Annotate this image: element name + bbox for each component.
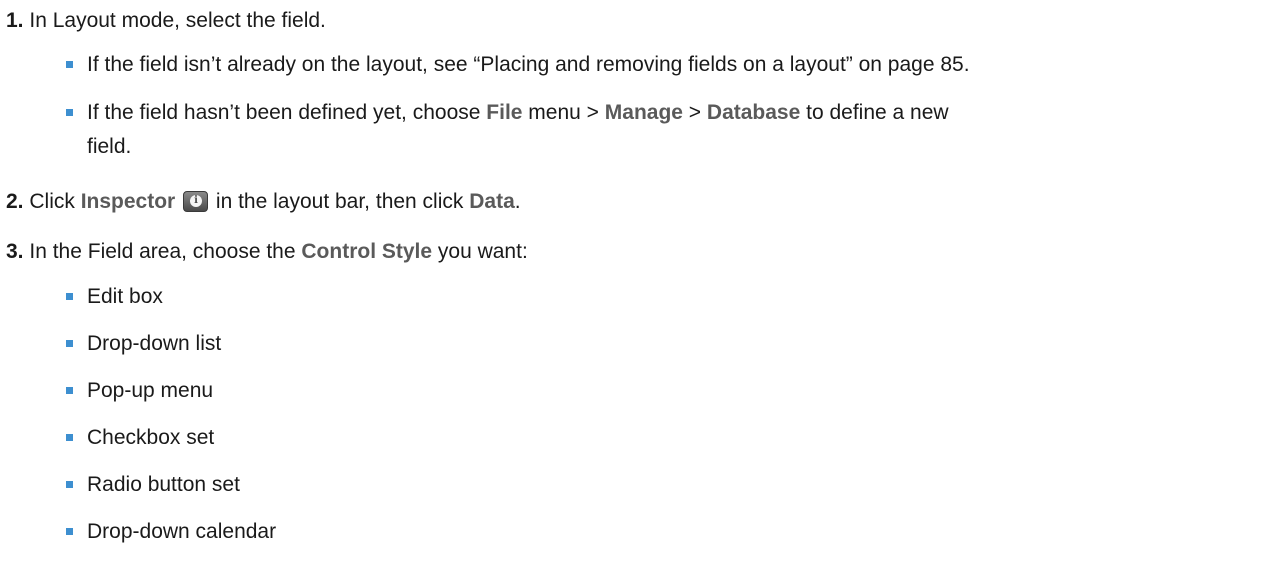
step-number: 1.: [6, 9, 24, 32]
text-fragment: field.: [87, 135, 132, 158]
step-number: 2.: [6, 190, 24, 213]
bullet-marker: [66, 481, 73, 488]
step-text: In Layout mode, select the field.: [29, 9, 326, 32]
text-fragment: in the layout bar, then click: [210, 190, 470, 213]
bullet-marker: [66, 340, 73, 347]
step-3: 3. In the Field area, choose the Control…: [6, 238, 528, 266]
text-fragment: menu >: [522, 101, 605, 124]
bullet-text: If the field isn’t already on the layout…: [87, 53, 970, 76]
bullet-text: If the field hasn’t been defined yet, ch…: [87, 96, 1262, 164]
step-number: 3.: [6, 240, 24, 263]
step-1: 1. In Layout mode, select the field.: [6, 7, 326, 35]
text-fragment: In the Field area, choose the: [29, 240, 302, 263]
option-text: Drop-down list: [87, 332, 222, 355]
option-text: Radio button set: [87, 473, 240, 496]
option-text: Drop-down calendar: [87, 520, 277, 543]
bullet-marker: [66, 528, 73, 535]
data-tab-label: Data: [469, 190, 515, 213]
manage-menu-label: Manage: [604, 101, 683, 124]
text-fragment: Click: [29, 190, 81, 213]
text-fragment: you want:: [432, 240, 528, 263]
database-menu-label: Database: [706, 101, 801, 124]
text-fragment: to define a new: [800, 101, 949, 124]
text-fragment: If the field hasn’t been defined yet, ch…: [87, 101, 487, 124]
option-text: Edit box: [87, 285, 163, 308]
option-text: Pop-up menu: [87, 379, 214, 402]
text-fragment: >: [682, 101, 707, 124]
bullet-marker: [66, 293, 73, 300]
inspector-label: Inspector: [80, 190, 176, 213]
bullet-marker: [66, 61, 73, 68]
control-style-label: Control Style: [301, 240, 433, 263]
text-fragment: .: [514, 190, 521, 213]
bullet-marker: [66, 387, 73, 394]
option-text: Checkbox set: [87, 426, 215, 449]
bullet-marker: [66, 109, 73, 116]
bullet-marker: [66, 434, 73, 441]
file-menu-label: File: [486, 101, 523, 124]
list-item: If the field hasn’t been defined yet, ch…: [66, 96, 1256, 168]
document-page: 1. In Layout mode, select the field. If …: [0, 0, 1274, 575]
step-2: 2. Click Inspector i in the layout bar, …: [6, 188, 521, 216]
info-icon: i: [183, 191, 209, 212]
